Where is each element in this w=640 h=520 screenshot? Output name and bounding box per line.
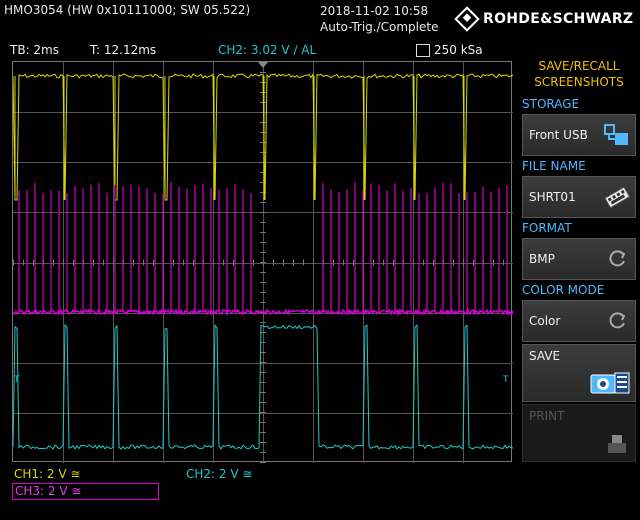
camera-icon [590,372,630,394]
trigger-position-icon [258,62,268,68]
menu-title-text: SAVE/RECALL SCREENSHOTS [534,59,624,89]
timebase[interactable]: TB: 2ms [10,43,59,57]
save-label: SAVE [529,349,561,363]
storage-value: Front USB [529,128,588,142]
format-value: BMP [529,252,555,266]
waveform-svg: 132TT [13,62,513,463]
printer-icon [608,435,626,453]
waveform-display[interactable]: 132TT [12,61,513,463]
usb-storage-icon [604,124,628,145]
trigger-marker-right: T [502,375,509,385]
ch1-scale[interactable]: CH1: 2 V ≅ [14,467,80,481]
cycle-icon [609,312,626,329]
color-mode-value: Color [529,314,561,328]
channel-bar: CH1: 2 V ≅ CH2: 2 V ≅ CH3: 2 V ≅ [0,463,516,520]
status-info: 2018-11-02 10:58 Auto-Trig./Complete [320,3,438,35]
instrument-model: HMO3054 (HW 0x10111000; SW 05.522) [4,3,251,17]
format-button[interactable]: BMP [522,238,636,280]
save-recall-menu: SAVE/RECALL SCREENSHOTS STORAGE Front US… [518,56,640,520]
storage-label: STORAGE [522,97,580,111]
top-bar: HMO3054 (HW 0x10111000; SW 05.522) 2018-… [0,0,640,38]
sample-rate: 250 kSa [434,43,483,57]
color-mode-button[interactable]: Color [522,300,636,342]
file-name-label: FILE NAME [522,159,586,173]
brand-logo: ROHDE&SCHWARZ [454,6,634,32]
acquisition-icon [416,44,430,57]
cycle-icon [609,250,626,267]
format-label: FORMAT [522,221,572,235]
print-label: PRINT [529,409,565,423]
menu-title: SAVE/RECALL SCREENSHOTS [518,58,640,90]
trigger-level[interactable]: CH2: 3.02 V ∕ AL [218,43,316,57]
keyboard-icon [604,186,631,209]
date-time: 2018-11-02 10:58 [320,4,429,18]
storage-button[interactable]: Front USB [522,114,636,156]
brand-name: ROHDE&SCHWARZ [483,11,634,27]
trigger-time[interactable]: T: 12.12ms [90,43,156,57]
file-name-value: SHRT01 [529,190,576,204]
file-name-button[interactable]: SHRT01 [522,176,636,218]
trigger-status: Auto-Trig./Complete [320,20,439,34]
rohde-schwarz-logo-icon [454,6,480,32]
acquisition-status-bar: TB: 2ms T: 12.12ms CH2: 3.02 V ∕ AL 250 … [0,40,516,60]
ch2-scale[interactable]: CH2: 2 V ≅ [186,467,252,481]
trigger-marker-left: T [13,375,20,385]
ch3-scale[interactable]: CH3: 2 V ≅ [12,483,159,500]
save-button[interactable]: SAVE [522,344,636,402]
color-mode-label: COLOR MODE [522,283,605,297]
print-button[interactable]: PRINT [522,404,636,462]
